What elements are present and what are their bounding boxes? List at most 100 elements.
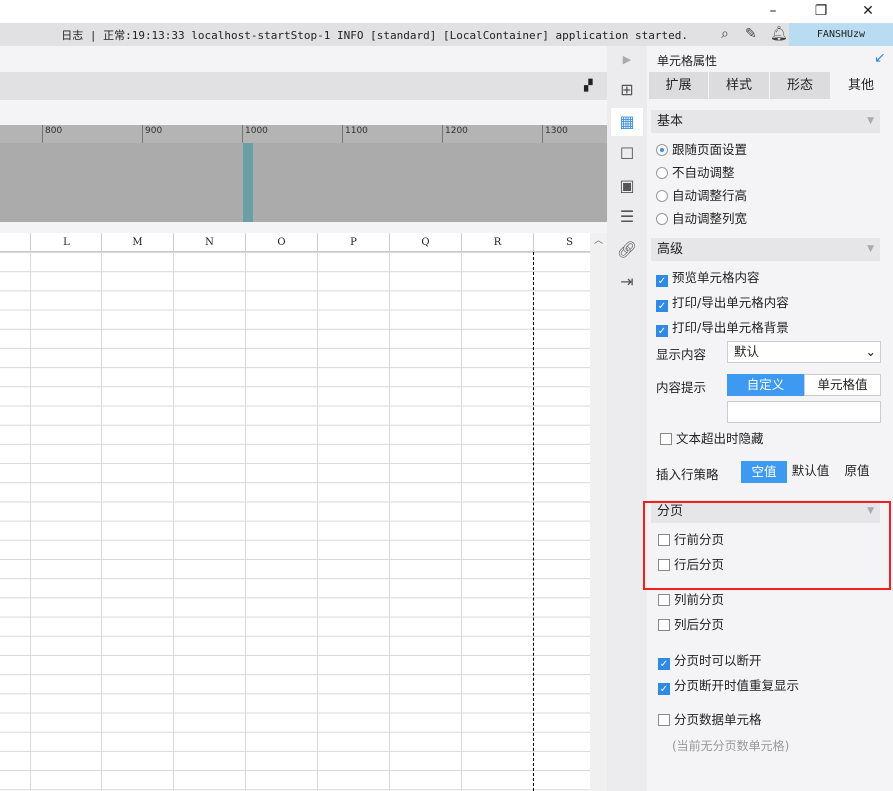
widget-icon[interactable]: ▣ (611, 172, 643, 200)
insert-original-button[interactable]: 原值 (834, 461, 880, 483)
tip-input[interactable] (727, 401, 881, 423)
cell-grid[interactable] (0, 252, 590, 791)
option-label: 自动调整行高 (672, 188, 748, 203)
checkbox-break-after-col[interactable]: 列后分页 (658, 616, 724, 634)
column-Q[interactable]: Q (389, 233, 461, 252)
option-label: 打印/导出单元格内容 (672, 295, 789, 310)
notes-icon[interactable]: ✎ (745, 26, 757, 42)
page-preview (0, 143, 607, 222)
close-button[interactable]: ✕ (853, 0, 883, 23)
radio-adjust-row[interactable]: 自动调整行高 (656, 187, 747, 205)
grid-line (245, 252, 246, 791)
dropdown-icon: ▼ (867, 116, 874, 126)
display-content-select[interactable]: 默认 ⌄ (727, 341, 881, 363)
cell-attribute-icon[interactable]: ▦ (611, 108, 643, 136)
radio-follow-page[interactable]: 跟随页面设置 (656, 141, 747, 159)
restore-button[interactable]: ❐ (806, 0, 836, 23)
sheet-toolbar: ▞ (0, 72, 607, 100)
grid-line (173, 252, 174, 791)
tab-expand[interactable]: 扩展 (649, 72, 708, 99)
bell-icon[interactable]: 🔔︎ (770, 26, 788, 42)
ruler-tick: 1300 (542, 125, 568, 143)
tip-cell-value-button[interactable]: 单元格值 (804, 374, 881, 396)
checkbox-hide-overflow[interactable]: 文本超出时隐藏 (660, 430, 764, 448)
checkbox-can-break[interactable]: ✓ 分页时可以断开 (658, 652, 762, 670)
select-value: 默认 (734, 344, 760, 359)
log-bar: 日志 | 正常:19:13:33 localhost-startStop-1 I… (0, 23, 893, 46)
content-tip-label: 内容提示 (656, 380, 707, 395)
cell-element-icon[interactable]: ⊞ (611, 76, 643, 104)
option-label: 列后分页 (674, 617, 725, 632)
column-O[interactable]: O (245, 233, 317, 252)
checkbox-break-before-col[interactable]: 列前分页 (658, 591, 724, 609)
radio-no-adjust[interactable]: 不自动调整 (656, 164, 735, 182)
search-icon[interactable]: ⌕ (721, 26, 729, 42)
import-icon[interactable]: ⇥ (611, 268, 643, 296)
section-title: 高级 (657, 242, 684, 257)
ruler-tick: 1100 (342, 125, 368, 143)
tab-form[interactable]: 形态 (770, 72, 830, 99)
display-content-label: 显示内容 (656, 347, 707, 362)
toolbar-area (0, 46, 607, 72)
title-bar: – ❐ ✕ (0, 0, 893, 23)
chevron-down-icon: ⌄ (865, 344, 876, 359)
panel-title: 单元格属性 (657, 54, 718, 68)
option-label: 自动调整列宽 (672, 211, 748, 226)
checkbox-print-background[interactable]: ✓ 打印/导出单元格背景 (656, 319, 789, 337)
condition-icon[interactable]: ☰ (611, 203, 643, 231)
collapse-icon[interactable]: ▞ (584, 79, 592, 92)
grid-line (389, 252, 390, 791)
column-L[interactable]: L (30, 233, 102, 252)
column-M[interactable]: M (101, 233, 173, 252)
checkbox-paging-data-cell[interactable]: 分页数据单元格 (658, 711, 762, 729)
section-basic[interactable]: 基本 ▼ (651, 110, 880, 133)
formula-bar (0, 100, 607, 125)
grid-line (101, 252, 102, 791)
tab-other[interactable]: 其他 (831, 72, 891, 99)
tab-style[interactable]: 样式 (709, 72, 769, 99)
column-header: L M N O P Q R S (0, 233, 590, 252)
insert-default-button[interactable]: 默认值 (787, 461, 834, 483)
section-title: 基本 (657, 114, 684, 129)
link-icon[interactable]: 🔗︎ (611, 236, 643, 264)
tip-custom-button[interactable]: 自定义 (727, 374, 804, 396)
insert-strategy-label: 插入行策略 (656, 467, 719, 482)
page-break-line (533, 252, 534, 791)
option-label: 预览单元格内容 (672, 270, 760, 285)
ruler-tick: 1200 (442, 125, 468, 143)
log-text: 日志 | 正常:19:13:33 localhost-startStop-1 I… (61, 29, 688, 42)
ruler-tick: 800 (42, 125, 62, 143)
option-label: 分页数据单元格 (674, 712, 762, 727)
column-R[interactable]: R (461, 233, 533, 252)
grid-line (30, 252, 31, 791)
column-P[interactable]: P (317, 233, 389, 252)
option-label: 列前分页 (674, 592, 725, 607)
expand-arrow-icon[interactable]: ▶ (611, 46, 643, 74)
frame-icon[interactable]: ☐ (611, 140, 643, 168)
ruler-tick: 1000 (242, 125, 268, 143)
checkbox-repeat-value[interactable]: ✓ 分页断开时值重复显示 (658, 677, 799, 695)
collapse-panel-icon[interactable]: ↙ (874, 50, 886, 66)
page-boundary-marker[interactable] (243, 143, 253, 222)
radio-adjust-col[interactable]: 自动调整列宽 (656, 210, 747, 228)
option-label: 打印/导出单元格背景 (672, 320, 789, 335)
spacer (0, 222, 607, 233)
option-label: 跟随页面设置 (672, 142, 748, 157)
vertical-scrollbar[interactable]: ︿ (590, 233, 607, 791)
dropdown-icon: ▼ (867, 244, 874, 254)
section-advanced[interactable]: 高级 ▼ (651, 238, 880, 261)
column-N[interactable]: N (173, 233, 245, 252)
insert-null-button[interactable]: 空值 (741, 461, 787, 483)
option-label: 不自动调整 (672, 165, 735, 180)
grid-line (317, 252, 318, 791)
minimize-button[interactable]: – (758, 0, 788, 23)
user-name[interactable]: FANSHUzw (789, 23, 893, 46)
highlight-box (643, 501, 891, 590)
grid-line (461, 252, 462, 791)
option-label: 分页断开时值重复显示 (674, 678, 800, 693)
paging-note: (当前无分页数单元格) (672, 739, 790, 753)
option-label: 分页时可以断开 (674, 653, 762, 668)
checkbox-preview-content[interactable]: ✓ 预览单元格内容 (656, 269, 760, 287)
ruler-tick: 900 (142, 125, 162, 143)
checkbox-print-content[interactable]: ✓ 打印/导出单元格内容 (656, 294, 789, 312)
